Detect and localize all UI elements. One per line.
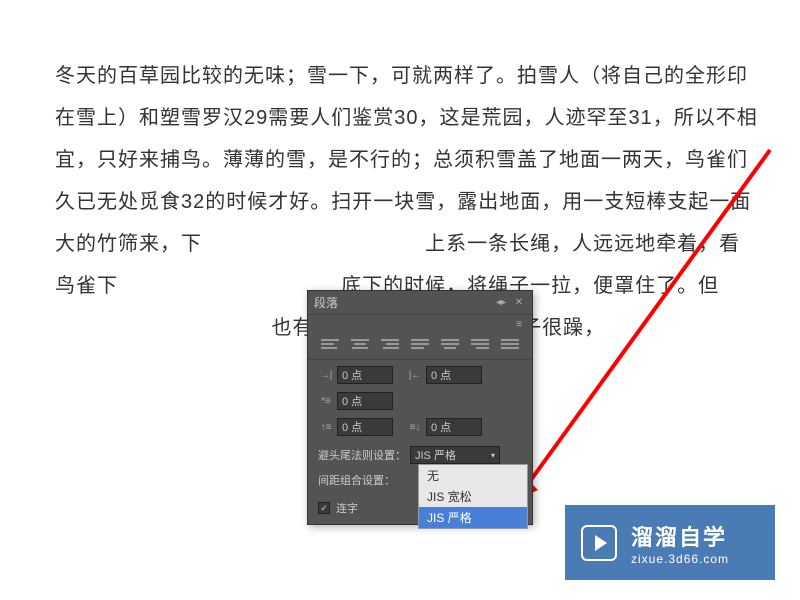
chevron-down-icon: ▾ [491,451,495,460]
justify-all-button[interactable] [501,339,519,353]
kinsoku-label: 避头尾法则设置： [318,447,406,463]
watermark-title: 溜溜自学 [631,520,729,552]
panel-controls: ◂▸ ✕ [494,296,526,310]
justify-right-button[interactable] [471,339,489,353]
watermark-text: 溜溜自学 zixue.3d66.com [631,520,729,566]
space-after-input[interactable] [426,418,482,436]
panel-header: 段落 ◂▸ ✕ [308,291,532,315]
indent-group: →| |← *≡ ↑≡ ≡↓ [308,360,532,442]
kinsoku-value: JIS 严格 [415,447,456,463]
space-before-icon: ↑≡ [318,421,334,433]
watermark-sub: zixue.3d66.com [631,552,729,566]
justify-center-button[interactable] [441,339,459,353]
panel-title: 段落 [314,294,338,311]
indent-left-input[interactable] [337,366,393,384]
paragraph-panel: 段落 ◂▸ ✕ ≡ →| |← *≡ [307,290,533,525]
alignment-row [308,333,532,360]
option-strict[interactable]: JIS 严格 [419,507,527,528]
indent-right-icon: |← [407,369,423,381]
align-center-button[interactable] [351,339,369,353]
hyphenate-checkbox[interactable]: ✓ [318,502,330,514]
kinsoku-dropdown[interactable]: JIS 严格 ▾ [410,446,500,464]
menu-icon[interactable]: ≡ [512,317,526,331]
space-after-icon: ≡↓ [407,421,423,433]
indent-right-input[interactable] [426,366,482,384]
mojikumi-label: 间距组合设置： [318,472,395,488]
close-icon[interactable]: ✕ [512,296,526,310]
option-loose[interactable]: JIS 宽松 [419,486,527,507]
first-line-icon: *≡ [318,395,334,407]
kinsoku-row: 避头尾法则设置： JIS 严格 ▾ 无 JIS 宽松 JIS 严格 [308,442,532,468]
watermark: 溜溜自学 zixue.3d66.com [565,505,775,580]
option-none[interactable]: 无 [419,465,527,486]
kinsoku-menu: 无 JIS 宽松 JIS 严格 [418,464,528,529]
first-line-input[interactable] [337,392,393,410]
space-before-input[interactable] [337,418,393,436]
collapse-icon[interactable]: ◂▸ [494,296,508,310]
align-right-button[interactable] [381,339,399,353]
align-left-button[interactable] [321,339,339,353]
hyphenate-label: 连字 [336,500,358,516]
play-icon [581,525,617,561]
justify-left-button[interactable] [411,339,429,353]
indent-left-icon: →| [318,369,334,381]
